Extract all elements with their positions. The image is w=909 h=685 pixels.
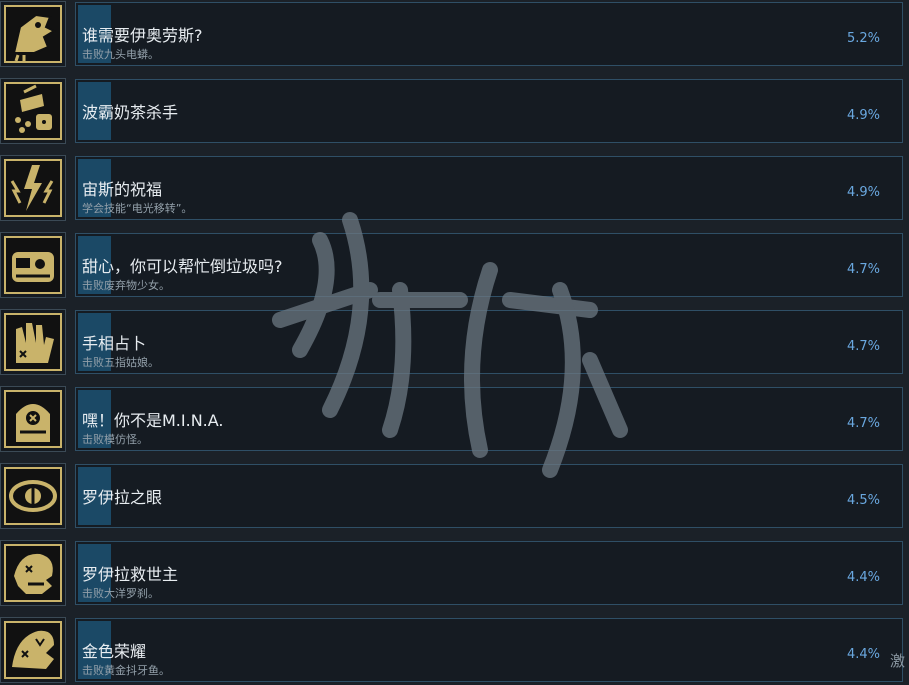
achievement-icon-frame [0,617,66,683]
achievement-icon-frame [0,1,66,67]
lightning-icon [4,159,62,217]
achievement-icon-frame [0,155,66,221]
unlock-percentage: 4.7% [846,416,880,431]
hydra-head-icon [4,5,62,63]
unlock-percentage: 4.7% [846,339,880,354]
hand-icon [4,313,62,371]
achievement-icon-frame [0,463,66,529]
achievement-card: 嘿！你不是M.I.N.A. 击败模仿怪。 4.7% [75,387,903,451]
achievement-card: 波霸奶茶杀手 4.9% [75,79,903,143]
achievement-card: 金色荣耀 击败黄金抖牙鱼。 4.4% [75,618,903,682]
achievement-title: 罗伊拉之眼 [82,488,163,507]
achievement-icon-frame [0,78,66,144]
achievement-row[interactable]: 嘿！你不是M.I.N.A. 击败模仿怪。 4.7% [0,385,909,452]
achievement-title: 罗伊拉救世主 [82,565,179,584]
achievement-card: 宙斯的祝福 学会技能“电光移转”。 4.9% [75,156,903,220]
achievement-title: 甜心，你可以帮忙倒垃圾吗? [82,257,283,276]
achievement-icon-frame [0,309,66,375]
achievement-card: 手相占卜 击败五指姑娘。 4.7% [75,310,903,374]
sea-demon-icon [4,544,62,602]
unlock-percentage: 4.4% [846,570,880,585]
achievement-title: 手相占卜 [82,334,147,353]
achievement-description: 击败九头电蟒。 [82,48,159,61]
achievement-card: 罗伊拉救世主 击败大洋罗刹。 4.4% [75,541,903,605]
achievement-card: 罗伊拉之眼 4.5% [75,464,903,528]
achievement-title: 宙斯的祝福 [82,180,163,199]
corner-text: 激 [890,652,906,670]
achievement-icon-frame [0,386,66,452]
trash-monster-icon [4,236,62,294]
achievement-title: 谁需要伊奥劳斯? [82,26,203,45]
achievement-row[interactable]: 罗伊拉之眼 4.5% [0,462,909,529]
achievement-icon-frame [0,232,66,298]
bubble-tea-icon [4,82,62,140]
unlock-percentage: 4.9% [846,185,880,200]
achievement-description: 击败大洋罗刹。 [82,587,159,600]
achievement-description: 学会技能“电光移转”。 [82,202,193,215]
achievement-title: 金色荣耀 [82,642,147,661]
golden-fish-icon [4,621,62,679]
achievement-title: 波霸奶茶杀手 [82,103,179,122]
achievement-description: 击败五指姑娘。 [82,356,159,369]
achievement-description: 击败模仿怪。 [82,433,148,446]
unlock-percentage: 4.9% [846,108,880,123]
achievement-row[interactable]: 甜心，你可以帮忙倒垃圾吗? 击败废弃物少女。 4.7% [0,231,909,298]
achievement-card: 谁需要伊奥劳斯? 击败九头电蟒。 5.2% [75,2,903,66]
achievement-row[interactable]: 谁需要伊奥劳斯? 击败九头电蟒。 5.2% [0,0,909,67]
mimic-icon [4,390,62,448]
achievement-card: 甜心，你可以帮忙倒垃圾吗? 击败废弃物少女。 4.7% [75,233,903,297]
achievement-row[interactable]: 手相占卜 击败五指姑娘。 4.7% [0,308,909,375]
achievement-row[interactable]: 罗伊拉救世主 击败大洋罗刹。 4.4% [0,539,909,606]
eye-icon [4,467,62,525]
achievement-description: 击败废弃物少女。 [82,279,170,292]
achievement-description: 击败黄金抖牙鱼。 [82,664,170,677]
achievement-title: 嘿！你不是M.I.N.A. [82,411,224,430]
achievement-row[interactable]: 金色荣耀 击败黄金抖牙鱼。 4.4% [0,616,909,683]
achievement-icon-frame [0,540,66,606]
achievement-row[interactable]: 波霸奶茶杀手 4.9% [0,77,909,144]
unlock-percentage: 5.2% [846,31,880,46]
unlock-percentage: 4.5% [846,493,880,508]
unlock-percentage: 4.7% [846,262,880,277]
achievement-row[interactable]: 宙斯的祝福 学会技能“电光移转”。 4.9% [0,154,909,221]
unlock-percentage: 4.4% [846,647,880,662]
